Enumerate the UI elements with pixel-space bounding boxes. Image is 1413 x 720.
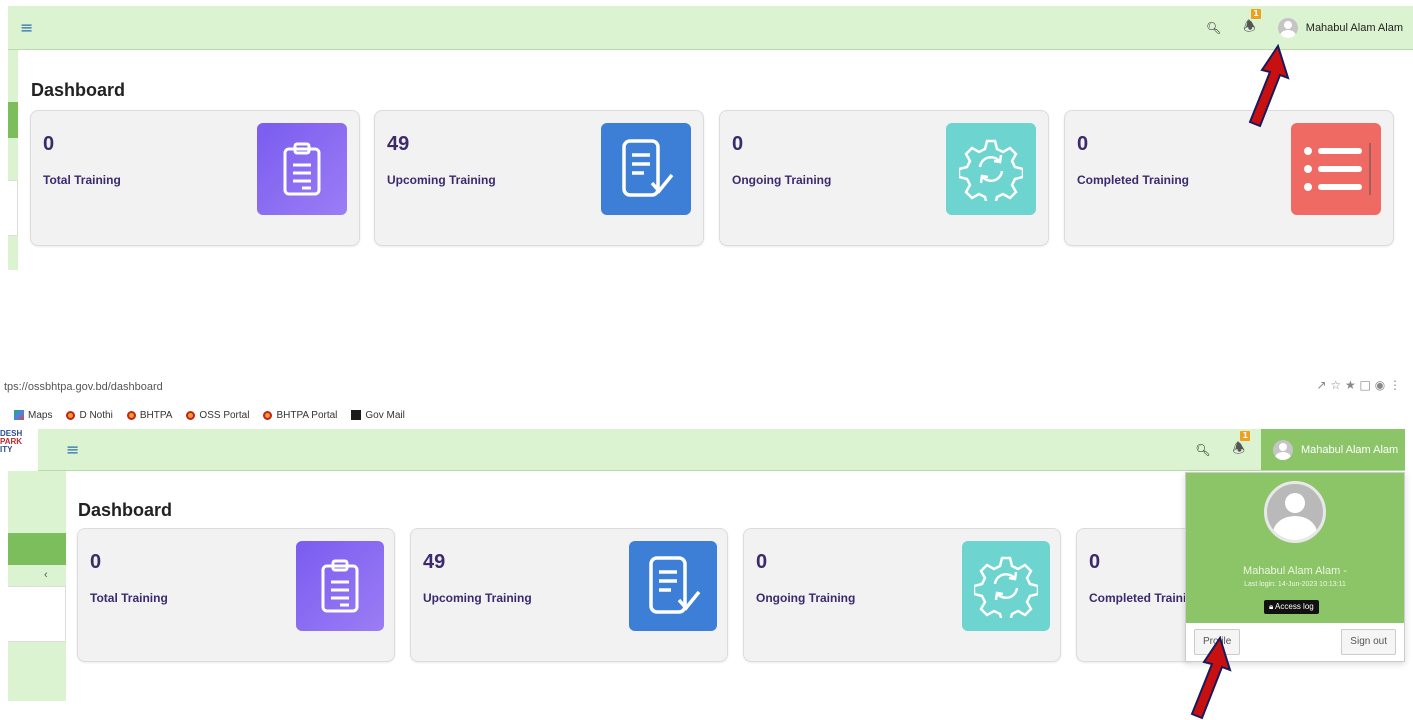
bookmark-icon xyxy=(126,410,136,420)
stat-label: Upcoming Training xyxy=(387,173,496,187)
bookmark-bhtpa[interactable]: BHTPA xyxy=(126,410,172,421)
stat-label: Completed Training xyxy=(1077,173,1190,187)
stat-card-ongoing[interactable]: 0 Ongoing Training xyxy=(743,528,1061,662)
browser-toolbar-icons[interactable]: ↗ ☆ ★ □ ◉ ⋮ xyxy=(1317,378,1401,392)
notification-badge: 1 xyxy=(1251,9,1261,19)
user-menu[interactable]: Mahabul Alam Alam xyxy=(1277,18,1403,38)
stat-label: Ongoing Training xyxy=(756,591,856,605)
annotation-arrow-icon xyxy=(1190,636,1232,720)
user-menu-button[interactable]: Mahabul Alam Alam xyxy=(1261,429,1405,470)
sidebar-panel xyxy=(8,180,18,236)
top-screenshot: ≡ 🔍︎ 🕭︎ 1 Mahabul Alam Alam Dashboard 0 T… xyxy=(0,0,1413,300)
gear-sync-icon xyxy=(962,541,1050,631)
stat-value: 49 xyxy=(387,133,410,155)
bookmark-icon xyxy=(263,410,273,420)
chevron-left-icon[interactable]: ‹ xyxy=(44,569,48,581)
sign-out-button[interactable]: Sign out xyxy=(1341,629,1396,655)
checklist-icon xyxy=(629,541,717,631)
notification-bell-icon[interactable]: 🕭︎ 1 xyxy=(1243,9,1261,40)
stat-card-completed[interactable]: 0 Completed Traini xyxy=(1076,528,1196,662)
stat-card-total[interactable]: 0 Total Training xyxy=(77,528,395,662)
bookmark-bhtpa-portal[interactable]: BHTPA Portal xyxy=(263,410,337,421)
notification-badge: 1 xyxy=(1240,430,1251,441)
search-icon[interactable]: 🔍︎ xyxy=(1195,443,1210,457)
hamburger-menu-icon[interactable]: ≡ xyxy=(66,440,79,460)
gear-sync-icon xyxy=(946,123,1036,215)
clipboard-icon xyxy=(296,541,384,631)
avatar-icon xyxy=(1273,439,1293,460)
stat-card-total[interactable]: 0 Total Training xyxy=(30,110,360,246)
bottom-navbar: ≡ 🔍︎ 🕭︎ 1 Mahabul Alam Alam xyxy=(38,429,1405,471)
stat-value: 0 xyxy=(43,133,55,155)
gov-mail-icon xyxy=(351,410,362,420)
access-log-button[interactable]: 🔒︎ Access log xyxy=(1264,600,1319,614)
stat-label: Ongoing Training xyxy=(732,173,832,187)
logo[interactable]: DESH PARK ITY xyxy=(0,430,38,454)
stat-value: 0 xyxy=(90,551,102,573)
page-title: Dashboard xyxy=(78,500,173,520)
notification-bell-icon[interactable]: 🕭︎ 1 xyxy=(1232,430,1251,462)
stat-label: Total Training xyxy=(43,173,121,187)
bottom-screenshot: tps://ossbhtpa.gov.bd/dashboard ↗ ☆ ★ □ … xyxy=(0,378,1413,720)
list-icon xyxy=(1291,123,1381,215)
top-navbar: ≡ 🔍︎ 🕭︎ 1 Mahabul Alam Alam xyxy=(8,6,1413,50)
last-login: Last login: 14-Jun-2023 10:13:11 xyxy=(1244,581,1346,588)
stat-value: 49 xyxy=(423,551,446,573)
stat-value: 0 xyxy=(732,133,744,155)
page-title: Dashboard xyxy=(31,80,126,100)
sidebar-active-item[interactable] xyxy=(8,102,18,138)
clipboard-icon xyxy=(257,123,347,215)
browser-url-bar[interactable]: tps://ossbhtpa.gov.bd/dashboard ↗ ☆ ★ □ … xyxy=(0,378,1413,396)
sidebar-collapsed: ‹ xyxy=(8,471,66,701)
user-name: Mahabul Alam Alam xyxy=(1301,443,1399,456)
hamburger-menu-icon[interactable]: ≡ xyxy=(20,18,33,38)
stat-label: Completed Traini xyxy=(1089,591,1187,605)
annotation-arrow-icon xyxy=(1248,44,1290,128)
bookmark-dnothi[interactable]: D Nothi xyxy=(66,410,113,421)
sidebar-panel xyxy=(8,586,66,642)
avatar-icon xyxy=(1277,18,1298,38)
profile-avatar-icon xyxy=(1264,481,1326,543)
bookmark-icon xyxy=(186,410,196,420)
stat-value: 0 xyxy=(1077,133,1089,155)
url-text: tps://ossbhtpa.gov.bd/dashboard xyxy=(4,381,163,393)
checklist-icon xyxy=(601,123,691,215)
stat-card-upcoming[interactable]: 49 Upcoming Training xyxy=(410,528,728,662)
bookmark-oss-portal[interactable]: OSS Portal xyxy=(186,410,249,421)
search-icon[interactable]: 🔍︎ xyxy=(1206,21,1221,35)
bookmark-maps[interactable]: Maps xyxy=(14,410,52,421)
user-dropdown-menu: Mahabul Alam Alam - Last login: 14-Jun-2… xyxy=(1185,472,1405,662)
user-dropdown-header: Mahabul Alam Alam - Last login: 14-Jun-2… xyxy=(1186,473,1404,623)
stat-label: Upcoming Training xyxy=(423,591,532,605)
dropdown-user-name: Mahabul Alam Alam - xyxy=(1243,565,1347,577)
stat-value: 0 xyxy=(1089,551,1101,573)
stat-value: 0 xyxy=(756,551,768,573)
bookmarks-bar: Maps D Nothi BHTPA OSS Portal BHTPA Port… xyxy=(0,406,405,424)
stat-label: Total Training xyxy=(90,591,168,605)
maps-icon xyxy=(14,410,24,420)
stat-card-upcoming[interactable]: 49 Upcoming Training xyxy=(374,110,704,246)
sidebar-collapsed xyxy=(8,50,18,270)
bookmark-gov-mail[interactable]: Gov Mail xyxy=(351,410,405,421)
sidebar-active-item[interactable] xyxy=(8,533,66,565)
bookmark-icon xyxy=(66,410,76,420)
stat-card-completed[interactable]: 0 Completed Training xyxy=(1064,110,1394,246)
stat-card-ongoing[interactable]: 0 Ongoing Training xyxy=(719,110,1049,246)
user-name: Mahabul Alam Alam xyxy=(1305,22,1403,34)
